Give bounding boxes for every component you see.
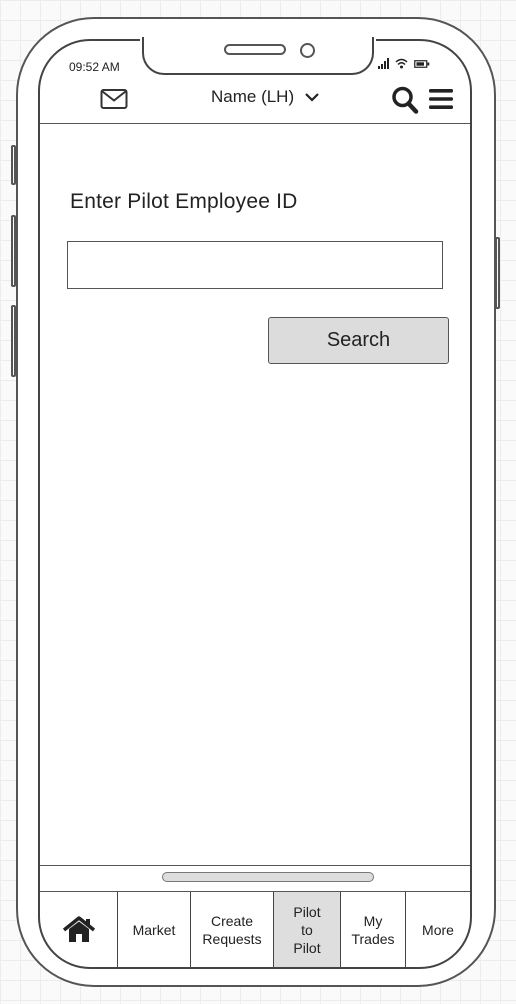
front-camera xyxy=(300,43,315,58)
tab-create-requests[interactable]: Create Requests xyxy=(191,892,274,967)
pilot-id-label: Enter Pilot Employee ID xyxy=(70,190,298,213)
signal-icon xyxy=(378,57,389,69)
status-icons xyxy=(378,57,430,69)
search-icon[interactable] xyxy=(391,85,419,115)
bottom-tab-bar: Market Create Requests Pilot to Pilot My… xyxy=(40,891,470,967)
pilot-id-input[interactable] xyxy=(67,241,443,289)
user-dropdown[interactable]: Name (LH) xyxy=(211,87,320,107)
envelope-icon[interactable] xyxy=(100,88,128,110)
wifi-icon xyxy=(395,58,408,69)
app-header: Name (LH) xyxy=(40,80,470,124)
notch xyxy=(142,37,374,75)
phone-screen xyxy=(38,39,472,969)
tab-pilot-to-pilot[interactable]: Pilot to Pilot xyxy=(274,892,341,967)
search-button[interactable]: Search xyxy=(268,317,449,364)
home-icon xyxy=(62,915,95,942)
user-name: Name (LH) xyxy=(211,87,295,106)
home-indicator[interactable] xyxy=(162,872,374,882)
battery-icon xyxy=(414,60,430,68)
tab-more[interactable]: More xyxy=(406,892,470,967)
tab-home[interactable] xyxy=(40,892,118,967)
chevron-down-icon xyxy=(305,93,319,102)
tabbar-divider xyxy=(40,865,470,866)
hamburger-menu-icon[interactable] xyxy=(428,87,454,111)
tab-my-trades[interactable]: My Trades xyxy=(341,892,406,967)
status-time: 09:52 AM xyxy=(69,60,120,74)
speaker-grille xyxy=(224,44,286,55)
tab-market[interactable]: Market xyxy=(118,892,191,967)
